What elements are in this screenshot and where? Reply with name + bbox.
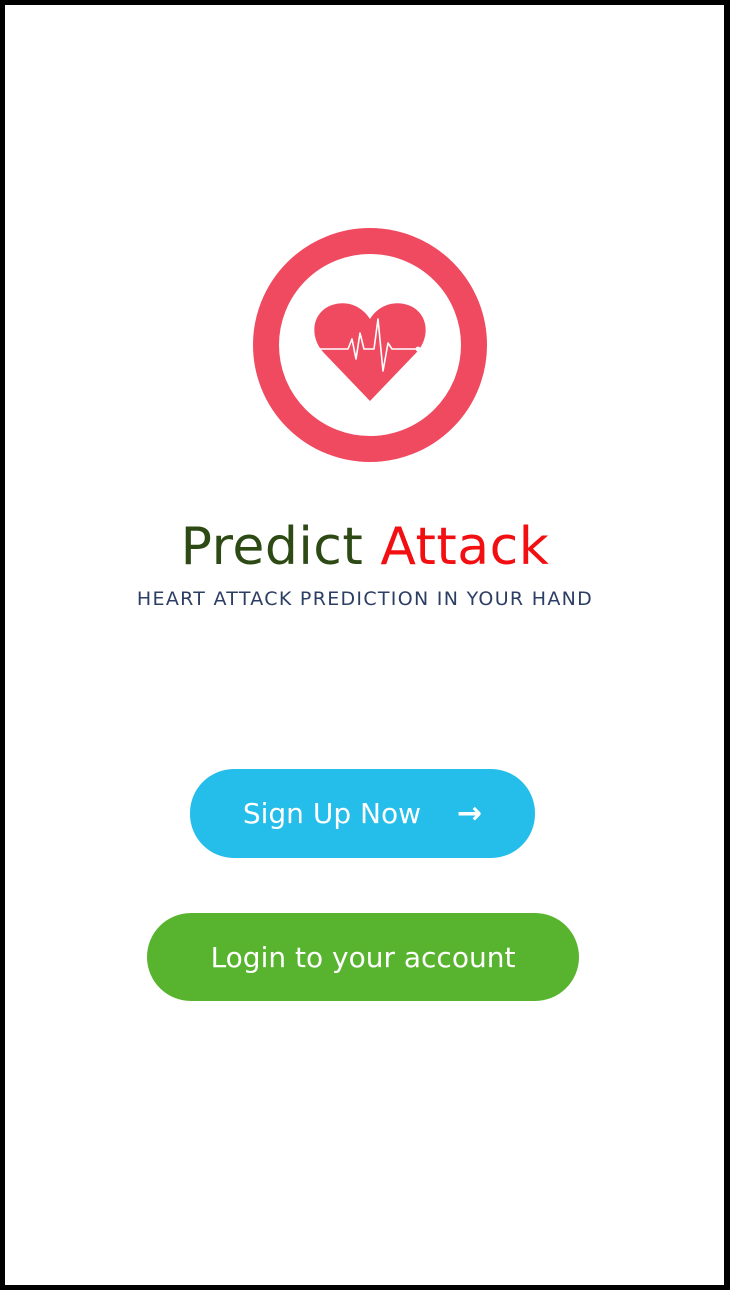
app-title: Predict Attack [5,515,724,579]
login-label: Login to your account [210,940,516,974]
app-title-part1: Predict [180,517,364,577]
sign-up-label: Sign Up Now [242,797,421,830]
heart-pulse-icon [253,228,487,462]
sign-up-button[interactable]: Sign Up Now → [190,769,535,858]
welcome-screen: Predict Attack HEART ATTACK PREDICTION I… [5,5,724,1285]
login-button[interactable]: Login to your account [147,913,579,1001]
app-tagline: HEART ATTACK PREDICTION IN YOUR HAND [136,588,594,610]
app-title-part2: Attack [380,517,550,577]
arrow-right-icon: → [456,796,483,831]
app-logo [252,227,488,463]
